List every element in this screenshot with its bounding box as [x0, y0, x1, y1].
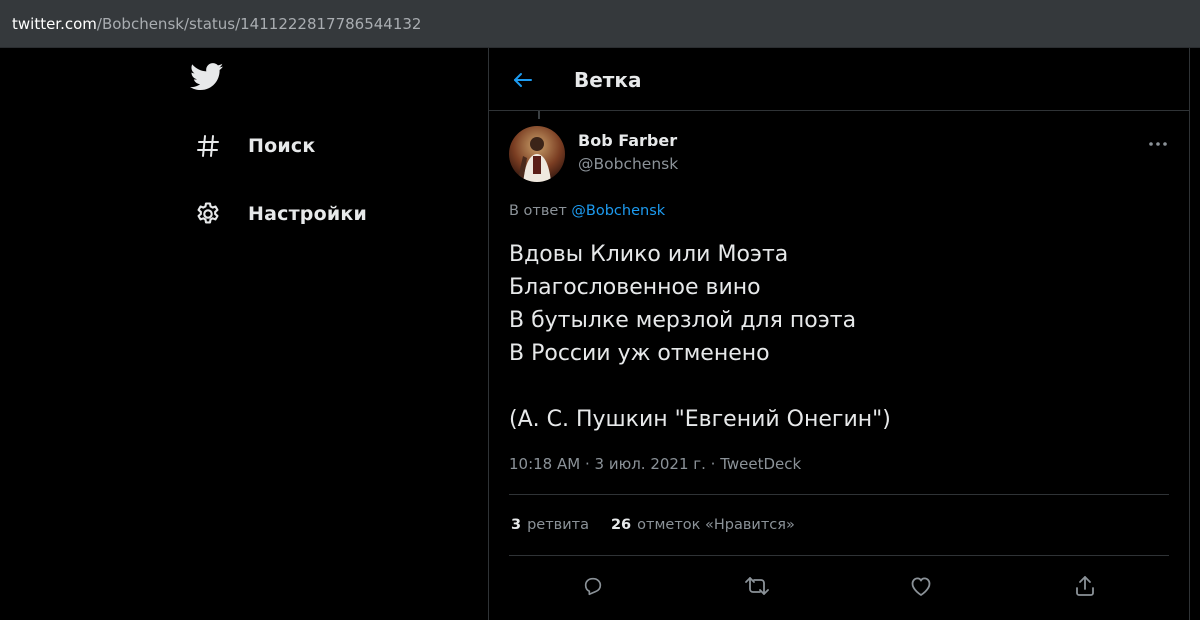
retweet-icon[interactable]	[739, 568, 775, 604]
page-title: Ветка	[574, 68, 642, 92]
hashtag-icon	[190, 128, 226, 164]
thread-header: Ветка	[489, 48, 1189, 111]
author-name[interactable]: Bob Farber	[578, 131, 677, 150]
likes-count: 26	[610, 517, 632, 533]
browser-url-bar[interactable]: twitter.com/Bobchensk/status/14112228177…	[0, 0, 1200, 48]
nav-item-settings[interactable]: Настройки	[190, 194, 367, 234]
divider	[509, 555, 1169, 556]
like-heart-icon[interactable]	[903, 568, 939, 604]
back-arrow-icon[interactable]	[511, 68, 535, 92]
sidebar-nav: Поиск Настройки	[0, 48, 488, 620]
avatar[interactable]	[509, 126, 565, 182]
nav-item-search[interactable]: Поиск	[190, 126, 315, 166]
nav-item-label: Настройки	[248, 203, 367, 225]
twitter-bird-icon[interactable]	[190, 63, 226, 95]
thread-connector-line	[538, 111, 540, 119]
more-options-icon[interactable]	[1146, 136, 1170, 146]
share-icon[interactable]	[1067, 568, 1103, 604]
reply-context: В ответ @Bobchensk	[509, 203, 665, 219]
retweets-stat[interactable]: 3 ретвита	[511, 517, 589, 533]
reply-mention-link[interactable]: @Bobchensk	[571, 203, 665, 219]
author-handle[interactable]: @Bobchensk	[578, 155, 678, 173]
url-host: twitter.com	[12, 14, 97, 33]
reply-icon[interactable]	[575, 568, 611, 604]
main-column: Ветка Bob Farber @Bobchensk В ответ @Bob…	[488, 48, 1190, 620]
likes-label: отметок «Нравится»	[637, 517, 795, 533]
likes-stat[interactable]: 26 отметок «Нравится»	[611, 517, 795, 533]
gear-icon	[190, 196, 226, 232]
url-path: /Bobchensk/status/1411222817786544132	[96, 14, 422, 33]
nav-item-label: Поиск	[248, 135, 316, 157]
tweet-text: Вдовы Клико или Моэта Благословенное вин…	[509, 242, 891, 432]
tweet-actions	[509, 568, 1169, 604]
tweet-timestamp[interactable]: 10:18 AM · 3 июл. 2021 г. · TweetDeck	[509, 455, 801, 473]
reply-prefix: В ответ	[509, 203, 567, 219]
retweets-label: ретвита	[527, 517, 589, 533]
divider	[509, 494, 1169, 495]
retweets-count: 3	[511, 517, 522, 533]
tweet-stats: 3 ретвита 26 отметок «Нравится»	[511, 517, 817, 533]
